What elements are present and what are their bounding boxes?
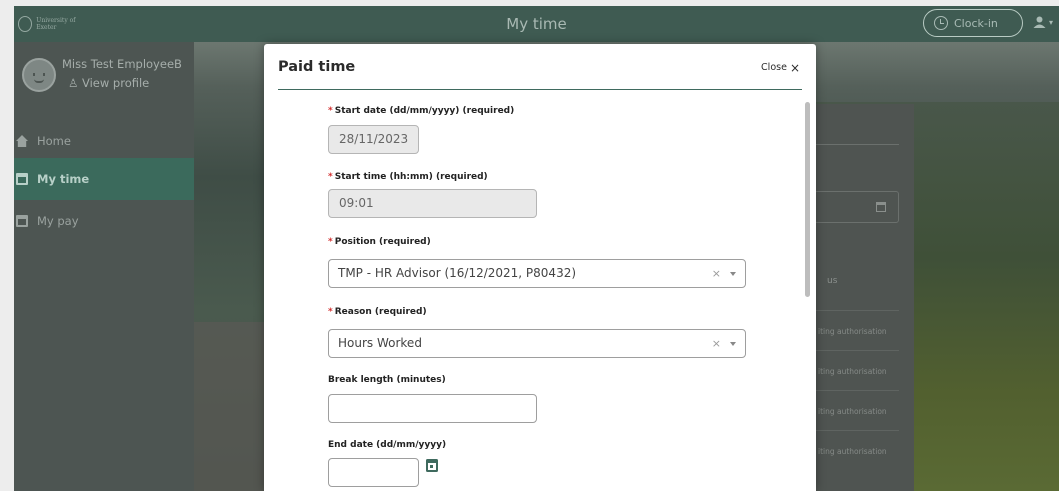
app-frame: us iting authorisation iting authorisati… bbox=[14, 6, 1059, 491]
profile-block: Miss Test EmployeeB ♙ View profile bbox=[14, 42, 194, 112]
person-icon: ♙ bbox=[68, 76, 79, 90]
clock-in-button[interactable]: Clock-in bbox=[923, 9, 1023, 37]
clear-icon[interactable]: × bbox=[712, 330, 721, 357]
break-length-input[interactable] bbox=[328, 394, 537, 423]
sidebar-item-my-pay[interactable]: My pay bbox=[14, 200, 194, 242]
user-menu-button[interactable]: ▾ bbox=[1033, 16, 1053, 28]
close-icon: × bbox=[789, 60, 800, 75]
dialog-divider bbox=[278, 89, 802, 90]
position-select[interactable]: TMP - HR Advisor (16/12/2021, P80432) × bbox=[328, 259, 746, 288]
top-bar: University of Exeter My time Clock-in ▾ bbox=[14, 6, 1059, 42]
start-date-label: * Start date (dd/mm/yyyy) (required) bbox=[328, 106, 515, 116]
break-length-label: Break length (minutes) bbox=[328, 375, 446, 385]
sidebar-item-home[interactable]: Home bbox=[14, 120, 194, 162]
sidebar-item-label: My pay bbox=[37, 214, 79, 228]
user-name: Miss Test EmployeeB bbox=[62, 57, 182, 71]
reason-value: Hours Worked bbox=[338, 336, 422, 350]
start-time-label: * Start time (hh:mm) (required) bbox=[328, 172, 488, 182]
view-profile-link[interactable]: ♙ View profile bbox=[68, 76, 149, 90]
chevron-down-icon: ▾ bbox=[1049, 17, 1054, 27]
sidebar-item-my-time[interactable]: My time bbox=[14, 158, 194, 200]
page-date-filter[interactable] bbox=[814, 191, 899, 223]
table-row[interactable]: iting authorisation bbox=[814, 310, 899, 350]
page-title: My time bbox=[506, 15, 567, 33]
user-icon bbox=[1033, 16, 1046, 28]
chevron-down-icon[interactable] bbox=[730, 342, 736, 346]
status-column-header: us bbox=[827, 276, 838, 286]
position-label: * Position (required) bbox=[328, 237, 431, 247]
view-profile-label: View profile bbox=[81, 76, 150, 90]
close-label: Close bbox=[761, 62, 787, 73]
sidebar-item-label: Home bbox=[37, 134, 71, 148]
dialog-title: Paid time bbox=[278, 59, 356, 75]
card-icon bbox=[16, 215, 28, 227]
sidebar-item-label: My time bbox=[37, 172, 90, 186]
dialog-header: Paid time Close × bbox=[264, 44, 816, 90]
clear-icon[interactable]: × bbox=[712, 260, 721, 287]
start-time-field: 09:01 bbox=[328, 189, 537, 218]
clock-in-label: Clock-in bbox=[954, 16, 998, 30]
end-date-input[interactable] bbox=[328, 458, 419, 487]
calendar-icon[interactable] bbox=[426, 459, 438, 472]
page-divider bbox=[814, 144, 899, 145]
home-icon bbox=[16, 135, 28, 147]
close-button[interactable]: Close × bbox=[761, 60, 800, 75]
clock-icon bbox=[934, 16, 948, 30]
calendar-icon bbox=[876, 202, 886, 212]
paid-time-dialog: Paid time Close × * Start date (dd/mm/yyy… bbox=[264, 44, 816, 491]
avatar bbox=[22, 58, 56, 92]
end-date-label: End date (dd/mm/yyyy) bbox=[328, 440, 447, 450]
calendar-icon bbox=[16, 173, 28, 185]
position-value: TMP - HR Advisor (16/12/2021, P80432) bbox=[338, 266, 577, 280]
reason-select[interactable]: Hours Worked × bbox=[328, 329, 746, 358]
sidebar: Miss Test EmployeeB ♙ View profile Home … bbox=[14, 42, 194, 491]
chevron-down-icon[interactable] bbox=[730, 272, 736, 276]
table-row[interactable]: iting authorisation bbox=[814, 390, 899, 430]
table-row[interactable]: iting authorisation bbox=[814, 350, 899, 390]
reason-label: * Reason (required) bbox=[328, 307, 427, 317]
table-row[interactable]: iting authorisation bbox=[814, 430, 899, 470]
dialog-scrollbar[interactable] bbox=[805, 102, 810, 297]
start-date-field: 28/11/2023 bbox=[328, 125, 419, 154]
